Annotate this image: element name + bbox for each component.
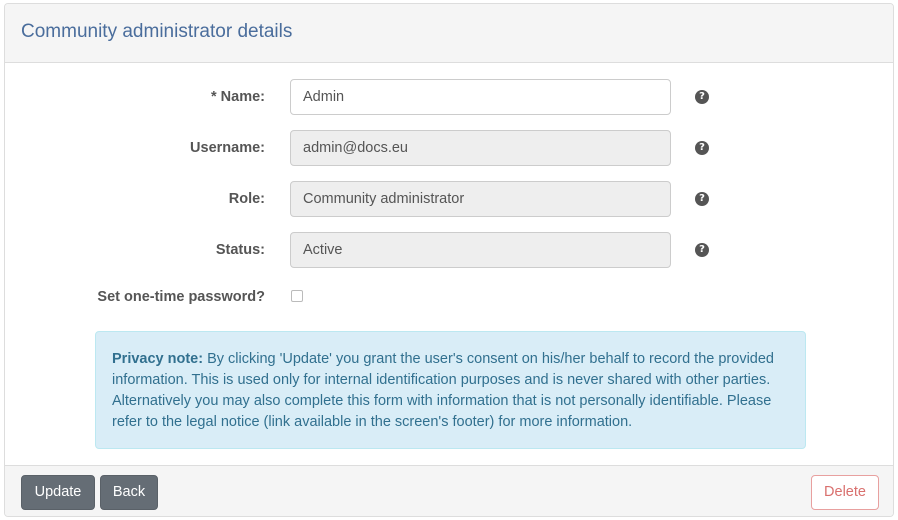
delete-button[interactable]: Delete [811,475,879,510]
help-icon[interactable]: ? [695,90,709,104]
update-button[interactable]: Update [21,475,95,510]
help-icon[interactable]: ? [695,243,709,257]
otp-row: Set one-time password? [5,279,893,315]
username-label: Username: [190,140,265,156]
privacy-note: Privacy note: By clicking 'Update' you g… [95,331,806,449]
name-label: * Name: [211,89,265,105]
username-row: Username: ? [5,130,893,166]
username-input[interactable] [290,130,671,166]
privacy-note-title: Privacy note: [112,351,204,367]
name-row: * Name: ? [5,79,893,115]
role-label: Role: [228,191,265,207]
back-button[interactable]: Back [100,475,158,510]
panel-heading: Community administrator details [5,4,893,63]
help-icon[interactable]: ? [695,141,709,155]
name-input[interactable] [290,79,671,115]
help-icon[interactable]: ? [695,192,709,206]
status-input[interactable] [290,232,671,268]
otp-label: Set one-time password? [97,289,265,305]
panel-footer: Update Back Delete [5,465,893,516]
admin-details-panel: Community administrator details * Name: … [4,3,894,517]
panel-title: Community administrator details [21,21,293,42]
status-label: Status: [215,242,265,258]
privacy-note-text: By clicking 'Update' you grant the user'… [112,351,774,430]
role-row: Role: ? [5,181,893,217]
role-input[interactable] [290,181,671,217]
status-row: Status: ? [5,232,893,268]
otp-checkbox[interactable] [291,290,303,302]
